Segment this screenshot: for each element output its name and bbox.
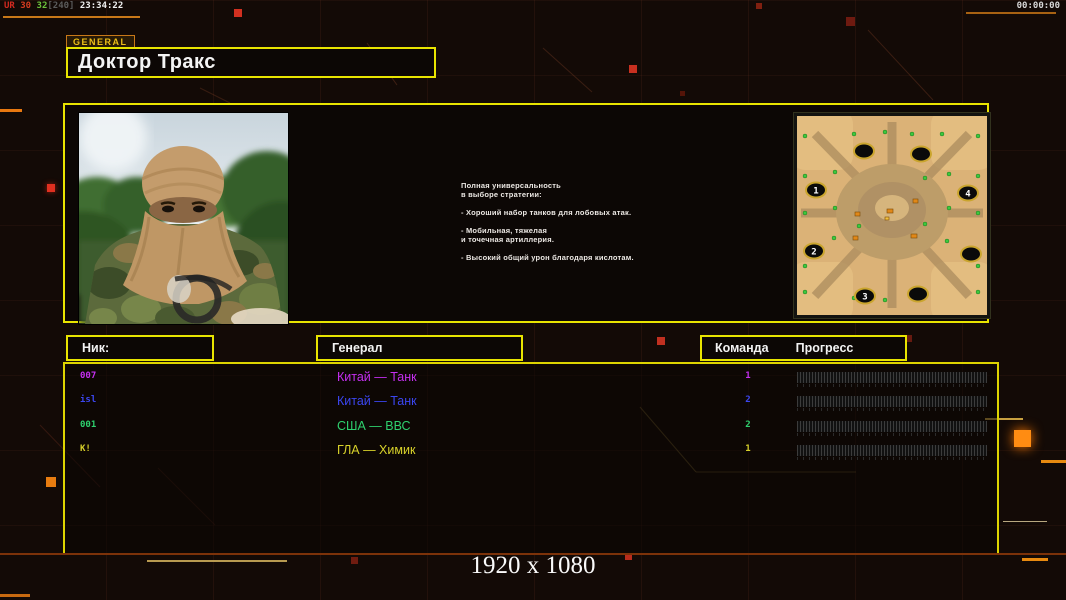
lobby-screen: UR 30 32[240] 23:34:22 00:00:00 GENERAL … <box>0 0 1066 600</box>
map-spot-2: 2 <box>811 248 816 258</box>
map-preview: 1 2 3 4 <box>794 113 990 318</box>
player-team: 1 <box>741 371 755 381</box>
general-header-box: Генерал <box>316 335 523 361</box>
map-spot-1: 1 <box>813 187 818 197</box>
resolution-label: 1920 x 1080 <box>0 552 1066 580</box>
nick-header-box: Ник: <box>66 335 214 361</box>
player-nick: isl <box>80 395 96 405</box>
stats-v1: 30 <box>20 1 31 11</box>
player-list-panel: 007 Китай — Танк 1 isl Китай — Танк 2 00… <box>63 362 999 555</box>
decor-square <box>234 9 242 17</box>
player-nick: 001 <box>80 420 96 430</box>
player-row[interactable]: isl Китай — Танк 2 <box>65 391 997 413</box>
player-general: США — ВВС <box>337 419 411 433</box>
match-timer: 00:00:00 <box>1017 1 1060 11</box>
general-title-box: Доктор Тракс <box>66 47 436 78</box>
player-team: 2 <box>741 420 755 430</box>
stats-v3: [240] <box>47 1 74 11</box>
decor-square <box>629 65 637 73</box>
decor-line <box>966 12 1056 14</box>
player-general: Китай — Танк <box>337 394 417 408</box>
player-row[interactable]: 007 Китай — Танк 1 <box>65 367 997 389</box>
decor-line <box>0 594 30 597</box>
fps-stats-overlay: UR 30 32[240] 23:34:22 <box>4 1 123 11</box>
map-spot-3: 3 <box>862 293 867 303</box>
player-nick: 007 <box>80 371 96 381</box>
player-general: Китай — Танк <box>337 370 417 384</box>
player-team: 2 <box>741 395 755 405</box>
team-header-label: Команда <box>715 341 769 355</box>
player-row[interactable]: K! ГЛА — Химик 1 <box>65 440 997 462</box>
clock: 23:34:22 <box>80 1 123 11</box>
general-header-label: Генерал <box>332 341 382 355</box>
player-progress-bar <box>797 421 987 432</box>
map-spot-4: 4 <box>965 190 971 200</box>
stats-v2: 32 <box>37 1 48 11</box>
decor-square <box>680 91 685 96</box>
decor-line <box>1041 460 1066 463</box>
team-progress-header-box: Команда Прогресс <box>700 335 907 361</box>
stats-label: UR <box>4 1 15 11</box>
player-progress-bar <box>797 445 987 456</box>
player-team: 1 <box>741 444 755 454</box>
decor-square <box>47 184 55 192</box>
player-progress-bar <box>797 396 987 407</box>
decor-square <box>846 17 855 26</box>
player-progress-bar <box>797 372 987 383</box>
player-nick: K! <box>80 444 91 454</box>
decor-square <box>46 477 56 487</box>
decor-square <box>657 337 665 345</box>
general-description: Полная универсальность в выборе стратеги… <box>461 181 771 262</box>
decor-square <box>1014 430 1031 447</box>
general-tab: GENERAL <box>66 35 135 47</box>
decor-square <box>756 3 762 9</box>
page-title: Доктор Тракс <box>78 51 216 74</box>
decor-line <box>3 16 140 18</box>
general-portrait <box>78 112 289 325</box>
decor-line <box>0 109 22 112</box>
decor-line <box>1003 521 1047 522</box>
player-row[interactable]: 001 США — ВВС 2 <box>65 416 997 438</box>
nick-header-label: Ник: <box>82 341 109 355</box>
progress-header-label: Прогресс <box>796 341 854 355</box>
player-general: ГЛА — Химик <box>337 443 415 457</box>
map-image: 1 2 3 4 <box>797 116 987 315</box>
